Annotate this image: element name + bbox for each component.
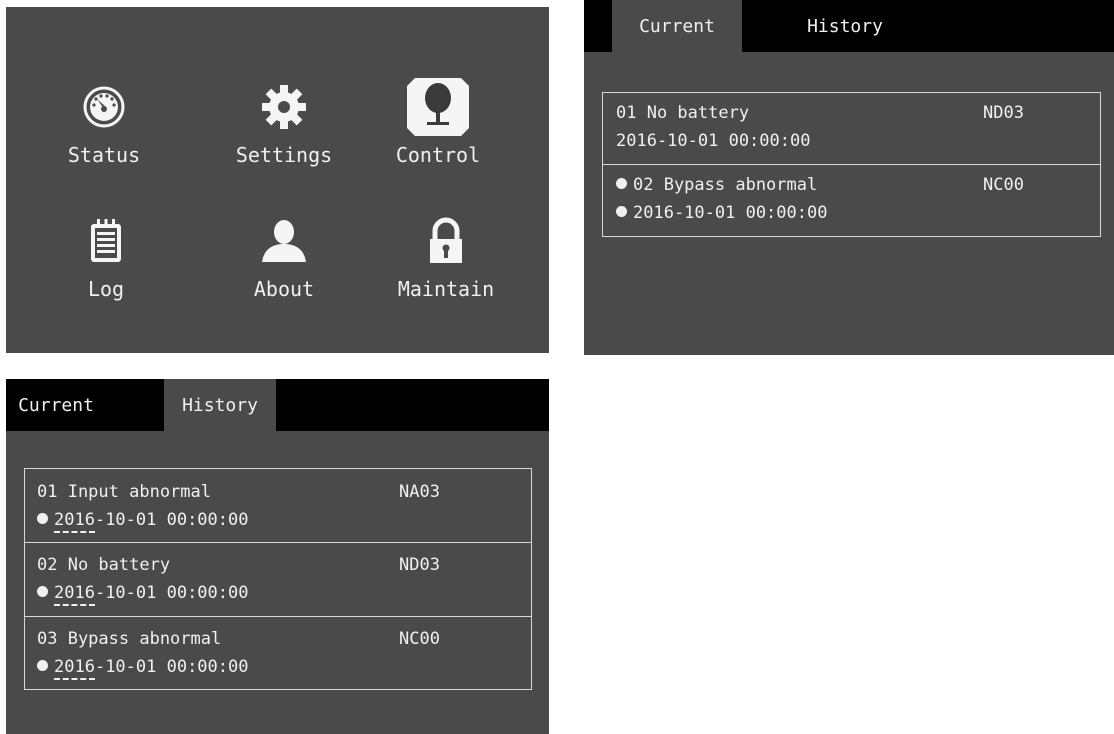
tab-bar: Current History <box>6 379 549 431</box>
history-time-rest: -10-01 00:00:00 <box>94 583 249 603</box>
menu-label-status: Status <box>67 143 141 167</box>
tab-current[interactable]: Current <box>612 0 742 52</box>
main-menu-panel: Status Settings Control Log About Mainta… <box>6 7 549 353</box>
alarm-code: ND03 <box>983 103 1024 123</box>
notepad-icon <box>46 213 166 269</box>
bullet-icon <box>37 586 48 597</box>
alarm-list: 01 No battery ND03 2016-10-01 00:00:00 0… <box>602 92 1101 237</box>
tab-history[interactable]: History <box>780 0 910 52</box>
alarm-time: 2016-10-01 00:00:00 <box>633 203 828 223</box>
gauge-icon <box>44 79 164 135</box>
bullet-icon <box>616 206 627 217</box>
history-time-year: 2016 <box>54 583 95 606</box>
history-time-year: 2016 <box>54 657 95 680</box>
history-time-rest: -10-01 00:00:00 <box>94 657 249 677</box>
history-name: 01 Input abnormal <box>37 482 211 502</box>
alarm-name: 01 No battery <box>616 103 750 123</box>
menu-label-about: About <box>253 277 315 301</box>
alarm-time: 2016-10-01 00:00:00 <box>616 131 811 151</box>
person-icon <box>224 213 344 269</box>
history-name: 03 Bypass abnormal <box>37 629 222 649</box>
menu-label-maintain: Maintain <box>397 277 495 301</box>
alarm-row[interactable]: 01 No battery ND03 2016-10-01 00:00:00 <box>603 93 1100 165</box>
menu-item-settings[interactable]: Settings <box>224 79 344 167</box>
menu-item-status[interactable]: Status <box>44 79 164 167</box>
tab-current[interactable]: Current <box>6 379 106 431</box>
bullet-icon <box>37 513 48 524</box>
alarm-name: 02 Bypass abnormal <box>633 175 818 195</box>
alarm-code: NC00 <box>983 175 1024 195</box>
bullet-icon <box>616 178 627 189</box>
history-time: 2016-10-01 00:00:00 <box>37 510 249 533</box>
menu-label-log: Log <box>87 277 125 301</box>
history-time-rest: -10-01 00:00:00 <box>94 510 249 530</box>
menu-item-log[interactable]: Log <box>46 213 166 301</box>
current-alarms-panel: Current History 01 No battery ND03 2016-… <box>584 0 1114 355</box>
history-time: 2016-10-01 00:00:00 <box>37 657 249 680</box>
bullet-icon <box>37 660 48 671</box>
history-time-year: 2016 <box>54 510 95 533</box>
gear-icon <box>224 79 344 135</box>
menu-item-control[interactable]: Control <box>378 78 498 167</box>
tab-history[interactable]: History <box>164 379 276 431</box>
history-row[interactable]: 02 No battery ND03 2016-10-01 00:00:00 <box>25 543 531 617</box>
history-code: ND03 <box>399 555 440 575</box>
history-code: NC00 <box>399 629 440 649</box>
menu-item-about[interactable]: About <box>224 213 344 301</box>
alarm-name-wrap: 02 Bypass abnormal <box>616 175 817 195</box>
history-row[interactable]: 03 Bypass abnormal NC00 2016-10-01 00:00… <box>25 617 531 689</box>
menu-label-settings: Settings <box>235 143 333 167</box>
control-icon <box>378 78 498 136</box>
tab-bar: Current History <box>584 0 1114 52</box>
history-name: 02 No battery <box>37 555 171 575</box>
menu-label-control: Control <box>395 143 481 167</box>
history-alarms-panel: Current History 01 Input abnormal NA03 2… <box>6 379 549 734</box>
history-time: 2016-10-01 00:00:00 <box>37 583 249 606</box>
alarm-time-wrap: 2016-10-01 00:00:00 <box>616 203 827 223</box>
alarm-row[interactable]: 02 Bypass abnormal NC00 2016-10-01 00:00… <box>603 165 1100 236</box>
history-row[interactable]: 01 Input abnormal NA03 2016-10-01 00:00:… <box>25 469 531 543</box>
menu-item-maintain[interactable]: Maintain <box>386 213 506 301</box>
history-list: 01 Input abnormal NA03 2016-10-01 00:00:… <box>24 468 532 690</box>
history-code: NA03 <box>399 482 440 502</box>
lock-icon <box>386 213 506 269</box>
